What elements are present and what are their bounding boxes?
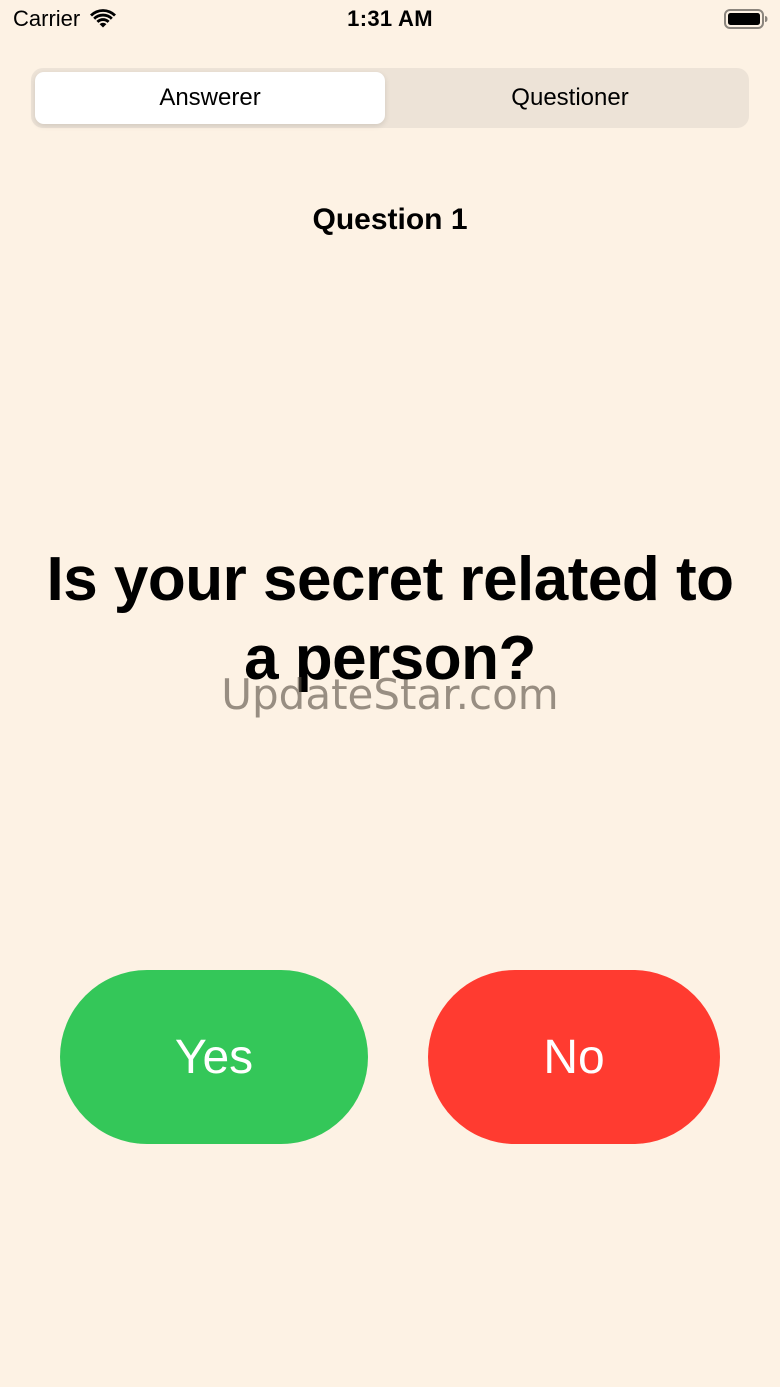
role-segmented-control: Answerer Questioner	[31, 68, 749, 128]
battery-full-icon	[724, 9, 768, 29]
question-text: Is your secret related to a person?	[46, 545, 735, 693]
status-bar: Carrier 1:31 AM	[0, 0, 780, 40]
yes-button[interactable]: Yes	[60, 970, 368, 1144]
question-number: Question 1	[312, 203, 468, 236]
screen: Carrier 1:31 AM Answerer Questioner Ques…	[0, 0, 780, 1387]
status-time: 1:31 AM	[347, 6, 433, 31]
no-button[interactable]: No	[428, 970, 720, 1144]
segment-questioner[interactable]: Questioner	[395, 72, 745, 124]
segment-answerer[interactable]: Answerer	[35, 72, 385, 124]
